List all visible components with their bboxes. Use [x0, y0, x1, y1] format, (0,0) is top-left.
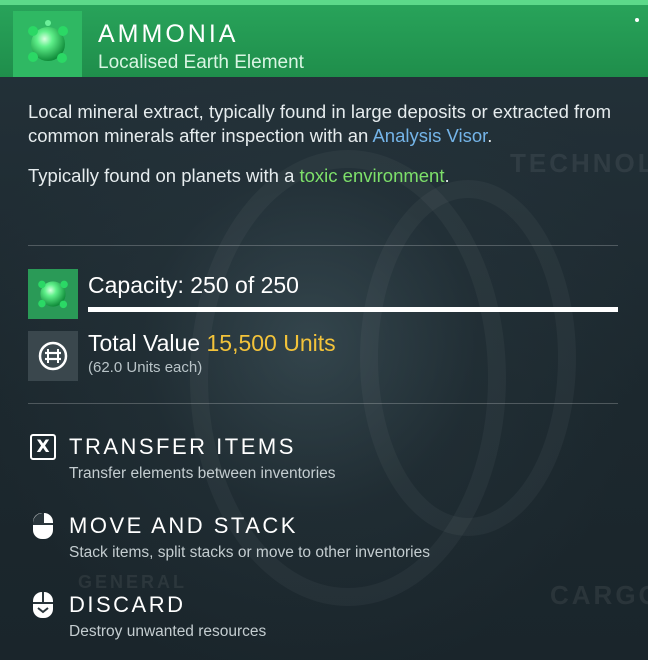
total-value-amount: 15,500 Units	[206, 330, 336, 356]
description-text: Local mineral extract, typically found i…	[28, 101, 612, 146]
toxic-environment-highlight: toxic environment	[299, 165, 445, 186]
description-text: .	[487, 125, 493, 146]
mouse-hold-icon	[28, 590, 58, 620]
x-key-label: X	[30, 434, 56, 460]
discard-desc: Destroy unwanted resources	[69, 623, 267, 640]
description-text: .	[444, 165, 450, 186]
description-paragraph-2: Typically found on planets with a toxic …	[28, 164, 618, 188]
divider	[28, 403, 618, 404]
capacity-label: Capacity: 250 of 250	[88, 272, 299, 298]
ammonia-orb-icon	[13, 11, 82, 77]
unit-value-each: (62.0 Units each)	[88, 359, 203, 376]
total-value-label: Total Value	[88, 330, 201, 356]
discard-title: DISCARD	[69, 592, 186, 617]
transfer-items-action[interactable]: X TRANSFER ITEMS Transfer elements betwe…	[28, 432, 618, 492]
move-and-stack-action[interactable]: MOVE AND STACK Stack items, split stacks…	[28, 511, 618, 571]
x-key-icon: X	[28, 432, 58, 462]
item-header: AMMONIA Localised Earth Element	[0, 0, 648, 77]
discard-action[interactable]: DISCARD Destroy unwanted resources	[28, 590, 618, 650]
capacity-bar-fill	[88, 307, 618, 312]
units-currency-icon	[28, 331, 78, 381]
description-text: Typically found on planets with a	[28, 165, 300, 186]
item-description: Local mineral extract, typically found i…	[28, 100, 618, 204]
transfer-items-title: TRANSFER ITEMS	[69, 434, 296, 459]
move-and-stack-title: MOVE AND STACK	[69, 513, 298, 538]
item-title: AMMONIA	[98, 20, 239, 48]
divider	[28, 245, 618, 246]
description-paragraph-1: Local mineral extract, typically found i…	[28, 100, 618, 148]
item-subtitle: Localised Earth Element	[98, 52, 304, 73]
total-value: Total Value 15,500 Units	[88, 330, 336, 357]
capacity-orb-icon	[28, 269, 78, 319]
corner-indicator-dot	[635, 18, 639, 22]
capacity-bar	[88, 307, 618, 312]
analysis-visor-link: Analysis Visor	[372, 125, 488, 146]
transfer-items-desc: Transfer elements between inventories	[69, 465, 336, 482]
move-and-stack-desc: Stack items, split stacks or move to oth…	[69, 544, 430, 561]
mouse-left-click-icon	[28, 511, 58, 541]
